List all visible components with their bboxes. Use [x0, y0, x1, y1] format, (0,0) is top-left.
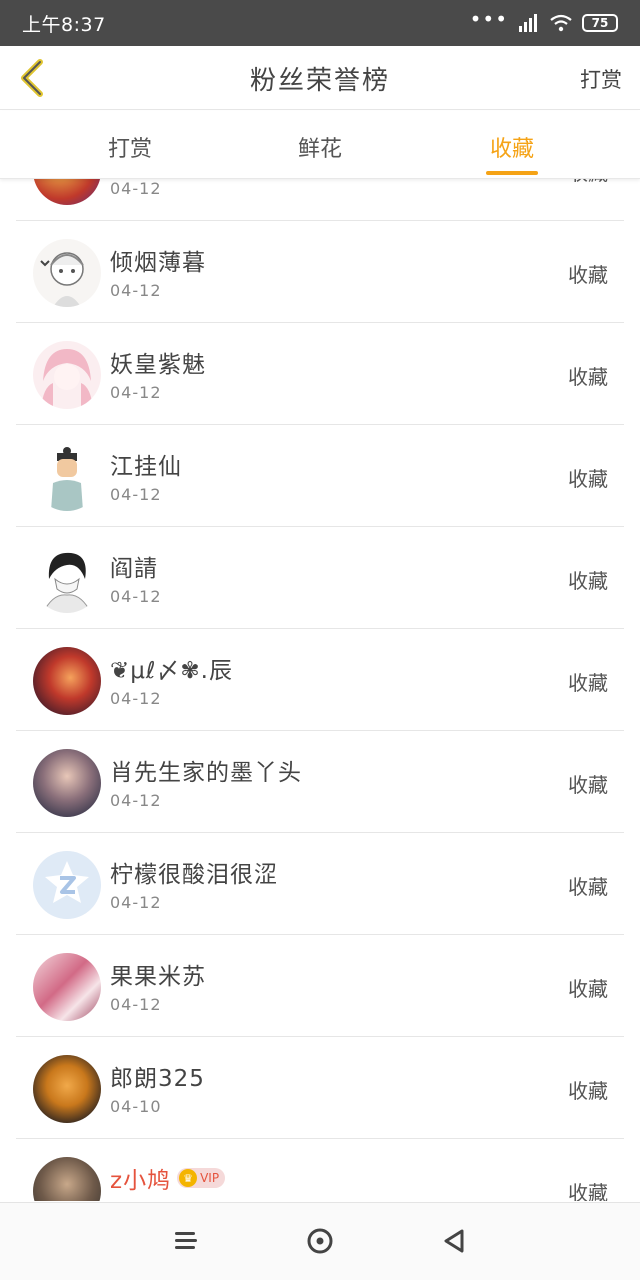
battery-icon: 75: [582, 14, 618, 32]
fan-date: 04-10: [110, 1097, 162, 1116]
fan-name: 郎朗325: [110, 1066, 205, 1092]
list-item[interactable]: 倾烟薄暮 04-12 收藏: [16, 221, 624, 323]
status-time: 上午8:37: [22, 13, 106, 36]
list-item[interactable]: 果果米苏 04-12 收藏: [16, 935, 624, 1037]
fan-date: 04-12: [110, 587, 162, 606]
list-item[interactable]: 柠檬很酸泪很涩 04-12 收藏: [16, 833, 624, 935]
fan-date: 04-12: [110, 179, 162, 198]
fan-list: 04-12 收藏 倾烟薄暮 04-12 收藏 妖皇紫魅 04-12 收藏: [0, 179, 640, 1201]
avatar: [33, 1157, 101, 1201]
fan-name: z小鸠 ♛ VIP: [110, 1161, 226, 1195]
vip-label: VIP: [200, 1171, 220, 1185]
avatar: [33, 341, 101, 409]
header: 粉丝荣誉榜 打赏: [0, 46, 640, 110]
tab-reward[interactable]: 打赏: [104, 131, 156, 163]
action-label: 收藏: [568, 773, 608, 797]
list-item[interactable]: 肖先生家的墨丫头 04-12 收藏: [16, 731, 624, 833]
avatar: [33, 749, 101, 817]
fan-date: 04-12: [110, 281, 162, 300]
avatar: [33, 545, 101, 613]
status-icons: ••• 75: [470, 9, 618, 32]
action-label: 收藏: [568, 875, 608, 899]
list-item[interactable]: ❦μℓ〆✾.辰 04-12 收藏: [16, 629, 624, 731]
system-navbar: [0, 1202, 640, 1280]
action-label: 收藏: [568, 569, 608, 593]
fan-date: 04-12: [110, 485, 162, 504]
tab-collect[interactable]: 收藏: [486, 131, 538, 163]
fan-name: 柠檬很酸泪很涩: [110, 862, 278, 888]
home-circle-icon[interactable]: [304, 1225, 336, 1257]
action-label: 收藏: [568, 263, 608, 287]
wifi-icon: [550, 14, 572, 32]
status-bar: 上午8:37 ••• 75: [0, 0, 640, 46]
fan-date: 04-12: [110, 791, 162, 810]
list-item[interactable]: 阎請 04-12 收藏: [16, 527, 624, 629]
signal-icon: [519, 14, 537, 32]
page-title: 粉丝荣誉榜: [249, 66, 390, 96]
vip-badge: ♛ VIP: [177, 1168, 226, 1188]
action-label: 收藏: [568, 1181, 608, 1201]
more-dots-icon: •••: [469, 7, 508, 31]
tab-bar: 打赏 鲜花 收藏: [0, 111, 640, 179]
active-tab-underline: [486, 171, 538, 175]
fan-date: 04-12: [110, 995, 162, 1014]
action-label: 收藏: [568, 179, 608, 186]
list-item[interactable]: z小鸠 ♛ VIP 收藏: [16, 1139, 624, 1201]
avatar: [33, 239, 101, 307]
fan-name: 阎請: [110, 556, 158, 582]
fan-name: 江挂仙: [110, 454, 182, 480]
action-label: 收藏: [568, 365, 608, 389]
avatar: [33, 1055, 101, 1123]
action-label: 收藏: [568, 977, 608, 1001]
fan-name: 肖先生家的墨丫头: [110, 760, 302, 786]
list-item[interactable]: 郎朗325 04-10 收藏: [16, 1037, 624, 1139]
fan-date: 04-12: [110, 689, 162, 708]
fan-name: 果果米苏: [110, 964, 206, 990]
reward-button[interactable]: 打赏: [580, 64, 622, 94]
list-item[interactable]: 江挂仙 04-12 收藏: [16, 425, 624, 527]
action-label: 收藏: [568, 671, 608, 695]
fan-name: ❦μℓ〆✾.辰: [110, 658, 233, 684]
menu-icon[interactable]: [170, 1225, 202, 1257]
avatar: [33, 647, 101, 715]
fan-name-text: z小鸠: [110, 1168, 172, 1194]
fan-date: 04-12: [110, 383, 162, 402]
back-triangle-icon[interactable]: [438, 1225, 470, 1257]
tab-flowers[interactable]: 鲜花: [294, 131, 346, 163]
list-item[interactable]: 妖皇紫魅 04-12 收藏: [16, 323, 624, 425]
avatar: [33, 851, 101, 919]
avatar: [33, 443, 101, 511]
fan-name: 妖皇紫魅: [110, 352, 206, 378]
action-label: 收藏: [568, 467, 608, 491]
fan-date: 04-12: [110, 893, 162, 912]
crown-icon: ♛: [179, 1169, 198, 1187]
action-label: 收藏: [568, 1079, 608, 1103]
avatar: [33, 953, 101, 1021]
list-item[interactable]: 04-12 收藏: [16, 179, 624, 221]
fan-name: 倾烟薄暮: [110, 250, 206, 276]
avatar: [33, 179, 101, 205]
